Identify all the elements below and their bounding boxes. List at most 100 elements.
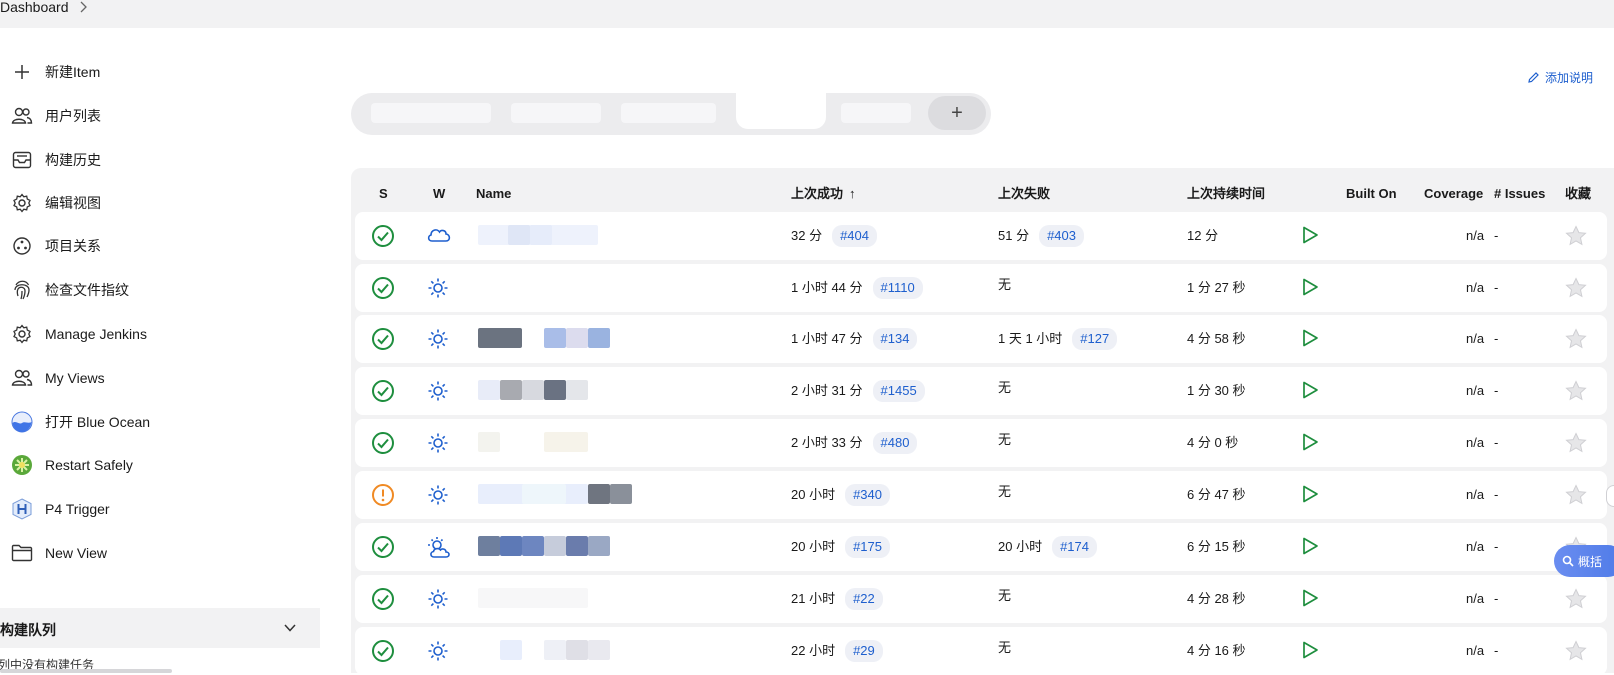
build-number-link[interactable]: #22 xyxy=(845,588,883,610)
sidebar-item-users[interactable]: 用户列表 xyxy=(10,101,310,131)
favorite-star-icon[interactable] xyxy=(1565,380,1587,407)
build-number-link[interactable]: #403 xyxy=(1039,225,1084,247)
build-number-link[interactable]: #480 xyxy=(872,432,918,454)
side-handle[interactable] xyxy=(1606,485,1614,507)
favorite-star-icon[interactable] xyxy=(1565,277,1587,304)
job-name-link[interactable] xyxy=(478,277,638,299)
add-view-button[interactable]: + xyxy=(928,96,986,130)
sidebar-item-my-views[interactable]: My Views xyxy=(10,363,310,393)
build-number-link[interactable]: #127 xyxy=(1072,328,1118,350)
build-number-link[interactable]: #1455 xyxy=(872,380,925,402)
job-name-link[interactable] xyxy=(478,328,638,350)
view-tab[interactable] xyxy=(621,103,716,123)
last-failure-time: 无 xyxy=(998,380,1012,395)
sidebar-item-project-relations[interactable]: 项目关系 xyxy=(10,231,310,261)
build-queue-scrollbar[interactable] xyxy=(0,669,172,673)
run-build-icon[interactable] xyxy=(1300,328,1320,353)
sidebar-item-restart-safely[interactable]: Restart Safely xyxy=(10,450,310,480)
redacted-block xyxy=(588,484,610,504)
column-header-last-failure[interactable]: 上次失败 xyxy=(998,186,1050,202)
sidebar-item-new-item[interactable]: 新建Item xyxy=(10,57,310,87)
run-build-icon[interactable] xyxy=(1300,588,1320,613)
job-name-link[interactable] xyxy=(478,588,638,610)
favorite-star-icon[interactable] xyxy=(1565,484,1587,511)
run-build-icon[interactable] xyxy=(1300,432,1320,457)
run-build-icon[interactable] xyxy=(1300,484,1320,509)
job-name-link[interactable] xyxy=(478,640,638,662)
column-header-coverage[interactable]: Coverage xyxy=(1424,186,1483,202)
sidebar-item-label: 构建历史 xyxy=(45,152,101,168)
last-failure-cell: 51 分 #403 xyxy=(998,225,1084,247)
run-build-icon[interactable] xyxy=(1300,380,1320,405)
redacted-block xyxy=(522,380,544,400)
column-header-issues[interactable]: # Issues xyxy=(1494,186,1545,202)
redacted-block xyxy=(544,328,566,348)
sidebar-item-blue-ocean[interactable]: 打开 Blue Ocean xyxy=(10,407,310,437)
build-number-link[interactable]: #174 xyxy=(1052,536,1097,558)
sidebar-item-build-history[interactable]: 构建历史 xyxy=(10,145,310,175)
column-header-name[interactable]: Name xyxy=(476,186,511,202)
build-queue-header[interactable]: 构建队列 xyxy=(0,608,320,648)
column-header-last-success[interactable]: 上次成功 ↑ xyxy=(791,186,856,202)
last-duration-cell: 1 分 30 秒 xyxy=(1187,383,1246,398)
favorite-star-icon[interactable] xyxy=(1565,225,1587,252)
job-name-link[interactable] xyxy=(478,536,638,558)
add-description-link[interactable]: 添加说明 xyxy=(1527,68,1593,86)
last-success-cell: 2 小时 33 分 #480 xyxy=(791,432,918,454)
column-header-last-duration[interactable]: 上次持续时间 xyxy=(1187,186,1265,202)
view-tab[interactable] xyxy=(511,103,601,123)
redacted-block xyxy=(588,328,610,348)
run-build-icon[interactable] xyxy=(1300,536,1320,561)
build-number-link[interactable]: #29 xyxy=(845,640,883,662)
users-icon xyxy=(10,366,34,390)
job-name-link[interactable] xyxy=(478,432,638,454)
view-tab[interactable] xyxy=(371,103,491,123)
view-tab[interactable] xyxy=(841,103,911,123)
breadcrumb-dashboard[interactable]: Dashboard xyxy=(0,0,69,14)
chevron-down-icon[interactable] xyxy=(283,623,297,633)
redacted-block xyxy=(530,225,552,245)
gear-icon xyxy=(10,191,34,215)
favorite-star-icon[interactable] xyxy=(1565,588,1587,615)
build-number-link[interactable]: #340 xyxy=(845,484,890,506)
job-name-link[interactable] xyxy=(478,484,638,506)
favorite-star-icon[interactable] xyxy=(1565,432,1587,459)
column-header-status[interactable]: S xyxy=(379,186,388,202)
last-failure-cell: 无 xyxy=(998,640,1011,656)
build-number-link[interactable]: #404 xyxy=(832,225,877,247)
sidebar-item-p4-trigger[interactable]: P4 Trigger xyxy=(10,494,310,524)
coverage-cell: n/a xyxy=(1466,280,1485,295)
redacted-block xyxy=(566,328,588,348)
column-header-weather[interactable]: W xyxy=(433,186,445,202)
run-build-icon[interactable] xyxy=(1300,277,1320,302)
sidebar-item-label: New View xyxy=(45,545,107,561)
status-unstable-icon xyxy=(371,483,395,512)
run-build-icon[interactable] xyxy=(1300,640,1320,665)
issues-cell: - xyxy=(1494,383,1499,398)
issues-cell: - xyxy=(1494,591,1499,606)
last-success-time: 2 小时 33 分 xyxy=(791,435,863,450)
build-number-link[interactable]: #134 xyxy=(872,328,918,350)
favorite-star-icon[interactable] xyxy=(1565,640,1587,667)
redacted-block xyxy=(566,380,588,400)
sidebar-item-label: 打开 Blue Ocean xyxy=(45,414,151,430)
last-success-time: 21 小时 xyxy=(791,591,836,606)
build-number-link[interactable]: #1110 xyxy=(872,277,923,299)
column-header-built-on[interactable]: Built On xyxy=(1346,186,1397,202)
blue-ocean-icon xyxy=(10,410,34,434)
run-build-icon[interactable] xyxy=(1300,225,1320,250)
sidebar-item-edit-view[interactable]: 编辑视图 xyxy=(10,188,310,218)
sidebar-item-fingerprint[interactable]: 检查文件指纹 xyxy=(10,275,310,305)
build-number-link[interactable]: #175 xyxy=(845,536,890,558)
last-duration-cell: 1 分 27 秒 xyxy=(1187,280,1246,295)
sidebar-item-manage-jenkins[interactable]: Manage Jenkins xyxy=(10,319,310,349)
sidebar-item-new-view[interactable]: New View xyxy=(10,538,310,568)
summarize-button[interactable]: 概括 xyxy=(1554,545,1614,577)
coverage-cell: n/a xyxy=(1466,331,1485,346)
job-name-link[interactable] xyxy=(478,380,638,402)
job-name-link[interactable] xyxy=(478,225,638,247)
view-tab-active[interactable] xyxy=(736,93,826,129)
column-header-favorite[interactable]: 收藏 xyxy=(1565,186,1591,202)
status-success-icon xyxy=(371,587,395,616)
favorite-star-icon[interactable] xyxy=(1565,328,1587,355)
